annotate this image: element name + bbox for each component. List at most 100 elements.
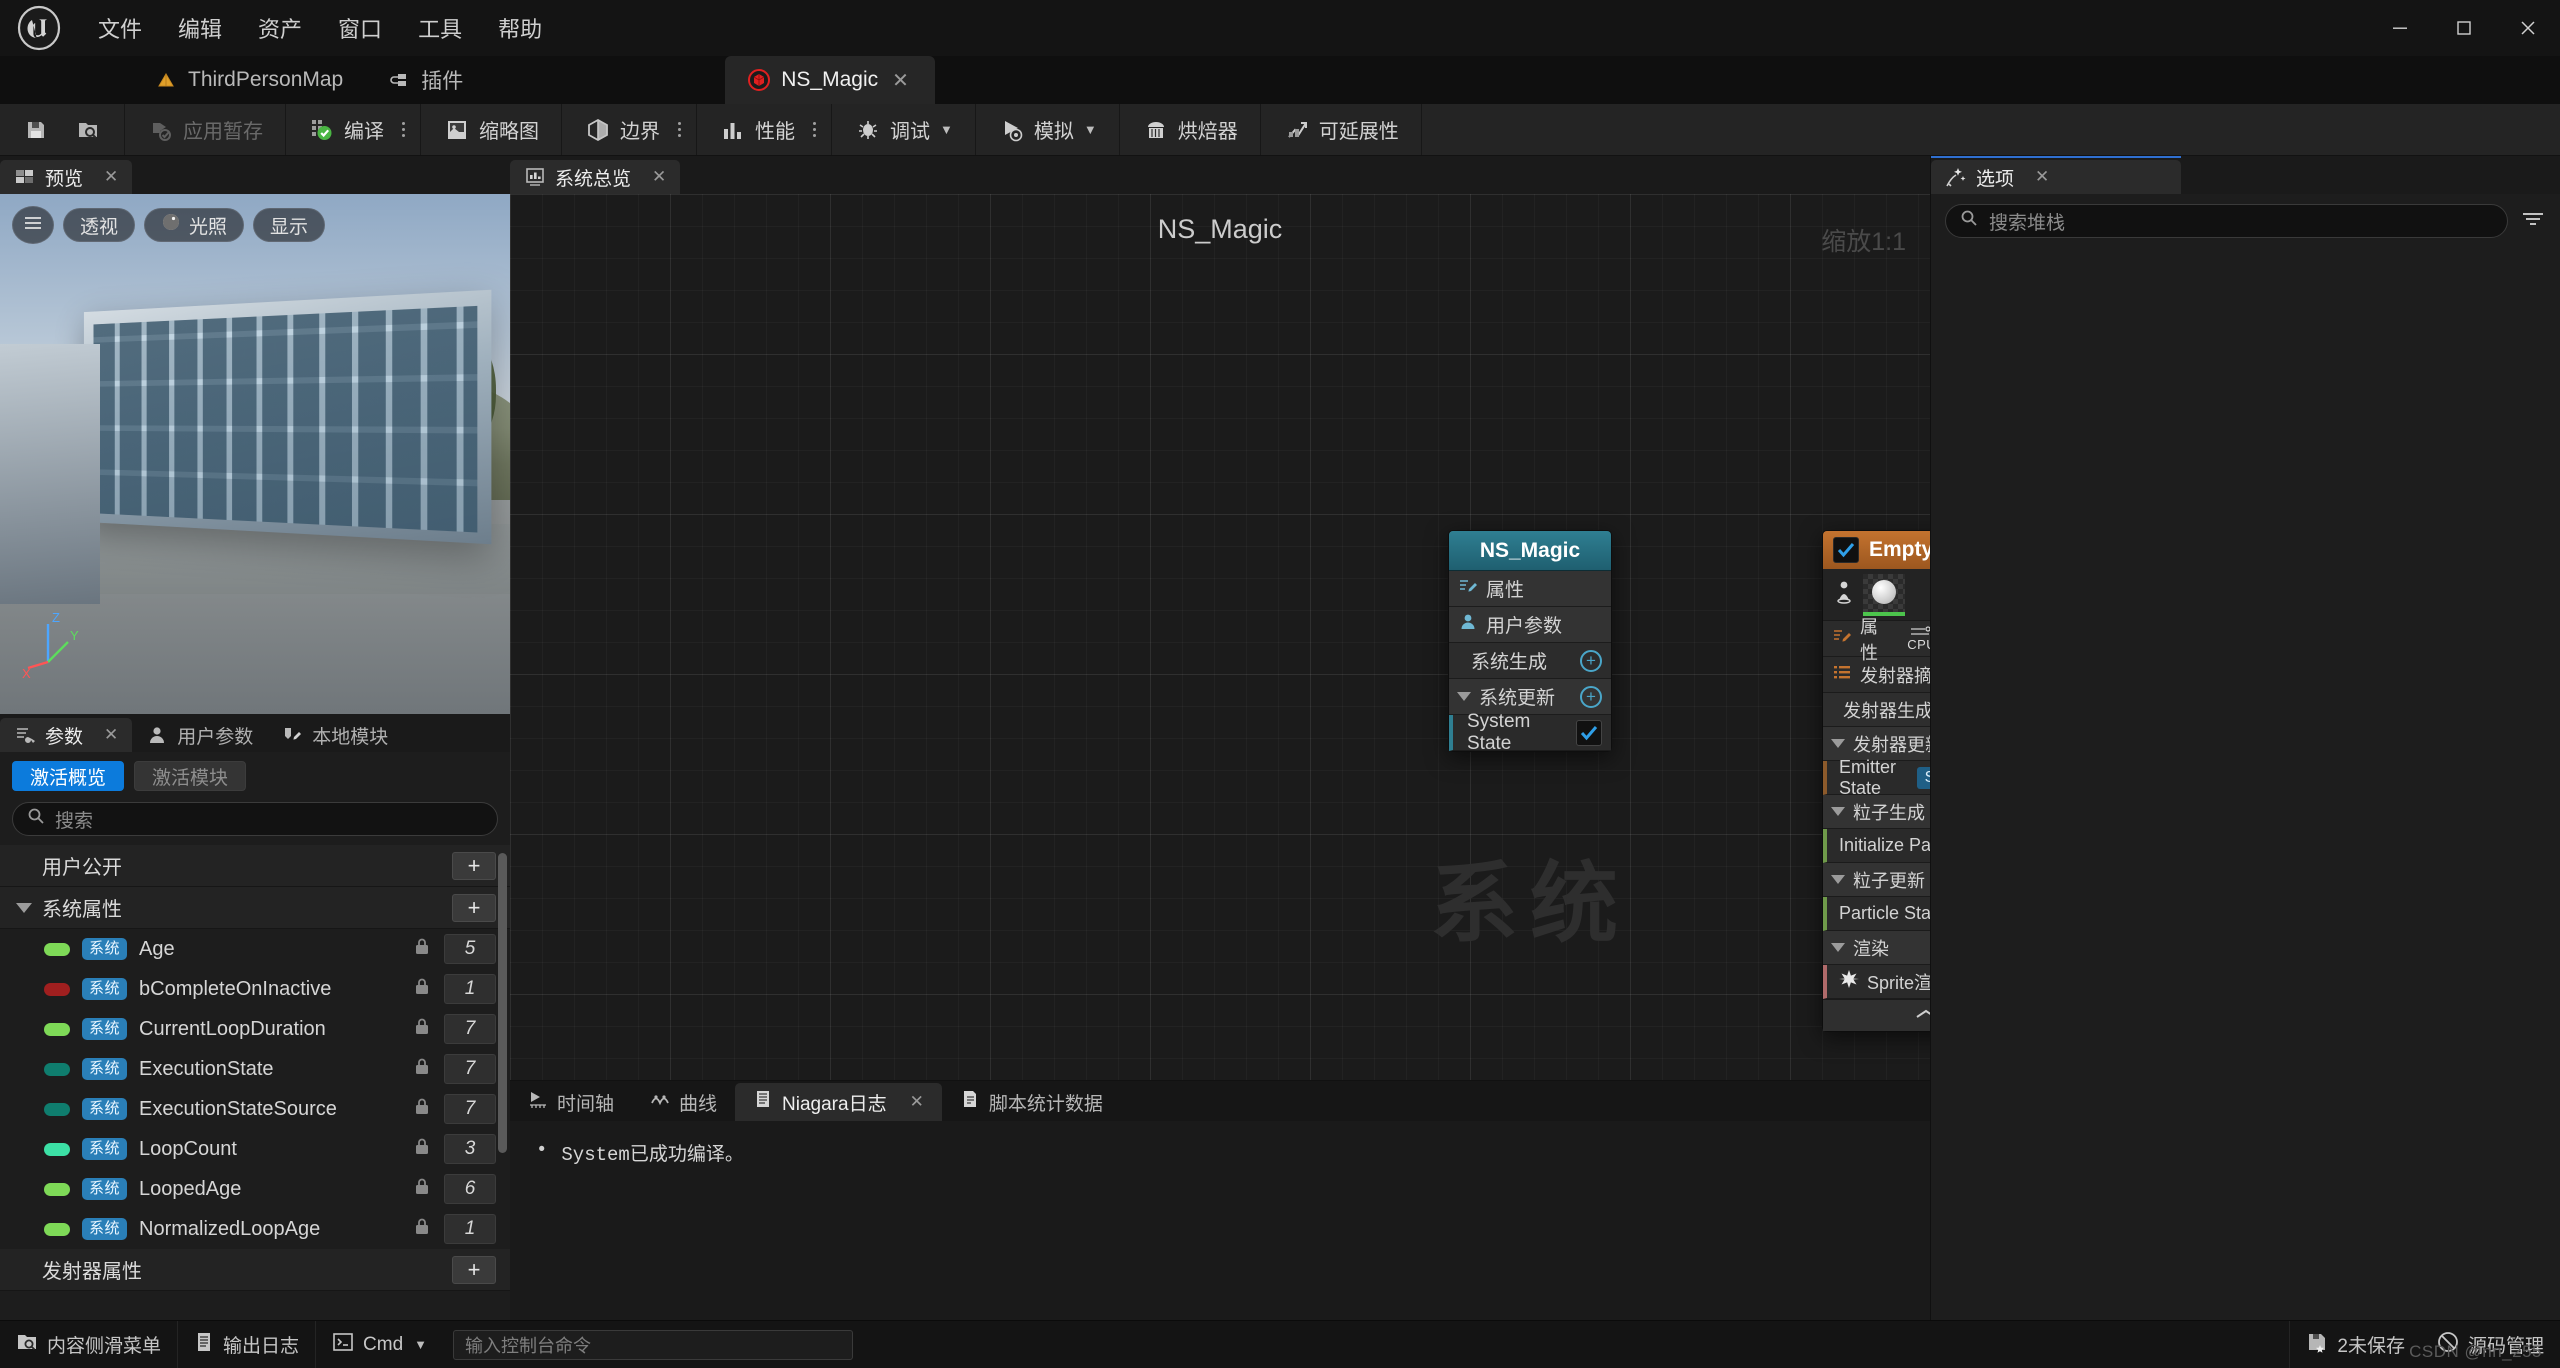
document-tab-plugins[interactable]: 插件 [365,56,565,104]
compile-button[interactable]: 编译 [296,108,396,152]
viewport-lit-button[interactable]: 光照 [144,208,244,242]
param-row-executionstatesource[interactable]: 系统 ExecutionStateSource 7 [0,1089,510,1129]
emitter-stage-particle-spawn[interactable]: 粒子生成 + [1823,795,1930,829]
parameters-list[interactable]: 用户公开 + 系统属性 + 系统 Age 5 [0,845,510,1320]
chevron-down-icon[interactable] [1831,875,1845,884]
chevron-down-icon[interactable]: ▼ [414,1337,427,1352]
document-tab-close-icon[interactable]: ✕ [888,68,913,93]
param-value[interactable]: 7 [444,1094,496,1124]
emitter-summary-row[interactable]: 发射器摘要 [1823,657,1930,693]
tab-timeline[interactable]: 时间轴 [510,1083,632,1121]
document-tab-ns-magic[interactable]: NS_Magic ✕ [725,56,935,104]
viewport-perspective-button[interactable]: 透视 [63,208,135,242]
param-row-bcompleteoninactive[interactable]: 系统 bCompleteOnInactive 1 [0,969,510,1009]
menu-window[interactable]: 窗口 [320,6,400,50]
menu-assets[interactable]: 资产 [240,6,320,50]
tab-local-modules[interactable]: 本地模块 [267,718,402,752]
compile-options-icon[interactable] [396,122,410,137]
close-icon[interactable]: ✕ [104,725,118,745]
chevron-down-icon[interactable]: ▼ [1084,122,1097,137]
performance-button[interactable]: 性能 [707,108,807,152]
menu-file[interactable]: 文件 [80,6,160,50]
add-emitter-attribute-button[interactable]: + [452,1256,496,1284]
chevron-down-icon[interactable] [1831,943,1845,952]
document-tab-thirdpersonmap[interactable]: ThirdPersonMap [132,56,365,104]
tab-preview[interactable]: 预览 ✕ [0,160,132,194]
menu-edit[interactable]: 编辑 [160,6,240,50]
apply-scratch-button[interactable]: 应用暂存 [135,108,275,152]
emitter-module-initialize-particle[interactable]: Initialize Particle [1823,829,1930,863]
emitter-module-emitter-state[interactable]: Emitter State System [1823,761,1930,795]
close-icon[interactable]: ✕ [104,167,118,187]
cmd-selector-button[interactable]: Cmd ▼ [316,1321,443,1368]
param-value[interactable]: 1 [444,974,496,1004]
source-control-button[interactable]: 源码管理 [2421,1321,2560,1368]
options-stack-body[interactable] [1931,248,2560,1320]
emitter-stage-emitter-spawn[interactable]: 发射器生成 + [1823,693,1930,727]
unsaved-changes-button[interactable]: 2未保存 [2290,1321,2421,1368]
tab-user-parameters[interactable]: 用户参数 [132,718,267,752]
system-node[interactable]: NS_Magic 属性 用户参数 系统生成 [1448,530,1612,752]
minimize-button[interactable] [2368,0,2432,56]
chevron-down-icon[interactable] [1457,692,1471,701]
param-value[interactable]: 3 [444,1134,496,1164]
close-icon[interactable]: ✕ [2035,167,2049,187]
output-log-button[interactable]: 输出日志 [178,1321,316,1368]
save-button[interactable] [10,108,62,152]
baker-button[interactable]: 烘焙器 [1130,108,1250,152]
chevron-down-icon[interactable]: ▼ [940,122,953,137]
param-row-age[interactable]: 系统 Age 5 [0,929,510,969]
chevron-down-icon[interactable] [16,903,32,913]
emitter-properties-row[interactable]: 属性 CPU ✚ 阶段 [1823,621,1930,657]
bounds-options-icon[interactable] [672,122,686,137]
scalability-button[interactable]: 可延展性 [1271,108,1411,152]
module-enabled-checkbox[interactable] [1576,720,1602,746]
param-value[interactable]: 7 [444,1014,496,1044]
performance-options-icon[interactable] [807,122,821,137]
param-row-currentloopduration[interactable]: 系统 CurrentLoopDuration 7 [0,1009,510,1049]
param-value[interactable]: 1 [444,1214,496,1244]
preview-viewport[interactable]: 透视 光照 显示 Z Y [0,194,510,714]
emitter-enabled-checkbox[interactable] [1833,537,1859,563]
browse-button[interactable] [62,108,114,152]
segment-activation-overview[interactable]: 激活概览 [12,761,124,791]
param-value[interactable]: 6 [444,1174,496,1204]
param-section-user-exposed[interactable]: 用户公开 + [0,845,510,887]
add-module-button[interactable]: + [1580,650,1602,672]
emitter-collapse-button[interactable] [1823,999,1930,1031]
system-node-stage-system-spawn[interactable]: 系统生成 + [1449,643,1611,679]
parameters-scrollbar[interactable] [498,853,507,1153]
simulate-button[interactable]: 模拟 ▼ [986,108,1109,152]
emitter-module-particle-state[interactable]: Particle State [1823,897,1930,931]
param-row-loopcount[interactable]: 系统 LoopCount 3 [0,1129,510,1169]
param-row-normalizedloopage[interactable]: 系统 NormalizedLoopAge 1 [0,1209,510,1249]
close-icon[interactable]: ✕ [910,1092,924,1112]
system-node-row-user-parameters[interactable]: 用户参数 [1449,607,1611,643]
emitter-node-empty[interactable]: Empty i [1822,530,1930,1032]
emitter-stage-render[interactable]: 渲染 + [1823,931,1930,965]
tab-script-stats[interactable]: 脚本统计数据 [942,1083,1121,1121]
emitter-module-sprite-renderer[interactable]: Sprite渲染器 [1823,965,1930,999]
emitter-thumbnail[interactable] [1863,574,1905,616]
chevron-down-icon[interactable] [1831,807,1845,816]
param-row-executionstate[interactable]: 系统 ExecutionState 7 [0,1049,510,1089]
tab-niagara-log[interactable]: Niagara日志 ✕ [735,1083,942,1121]
tab-parameters[interactable]: 参数 ✕ [0,718,132,752]
emitter-stage-particle-update[interactable]: 粒子更新 + [1823,863,1930,897]
thumbnail-button[interactable]: 缩略图 [431,108,551,152]
param-section-system-attributes[interactable]: 系统属性 + [0,887,510,929]
console-command-input[interactable]: 输入控制台命令 [453,1330,853,1360]
system-node-row-properties[interactable]: 属性 [1449,571,1611,607]
close-icon[interactable]: ✕ [652,167,666,187]
viewport-menu-button[interactable] [12,206,54,244]
niagara-log-body[interactable]: • System已成功编译。 [510,1121,1930,1320]
param-value[interactable]: 5 [444,934,496,964]
menu-help[interactable]: 帮助 [480,6,560,50]
sim-target-icon[interactable]: CPU [1907,626,1930,651]
parameters-search-input[interactable]: 搜索 [12,802,498,836]
bounds-button[interactable]: 边界 [572,108,672,152]
tab-options[interactable]: 选项 ✕ [1931,160,2181,194]
param-row-loopedage[interactable]: 系统 LoopedAge 6 [0,1169,510,1209]
system-node-module-system-state[interactable]: System State [1449,715,1611,751]
tab-curves[interactable]: 曲线 [632,1083,735,1121]
